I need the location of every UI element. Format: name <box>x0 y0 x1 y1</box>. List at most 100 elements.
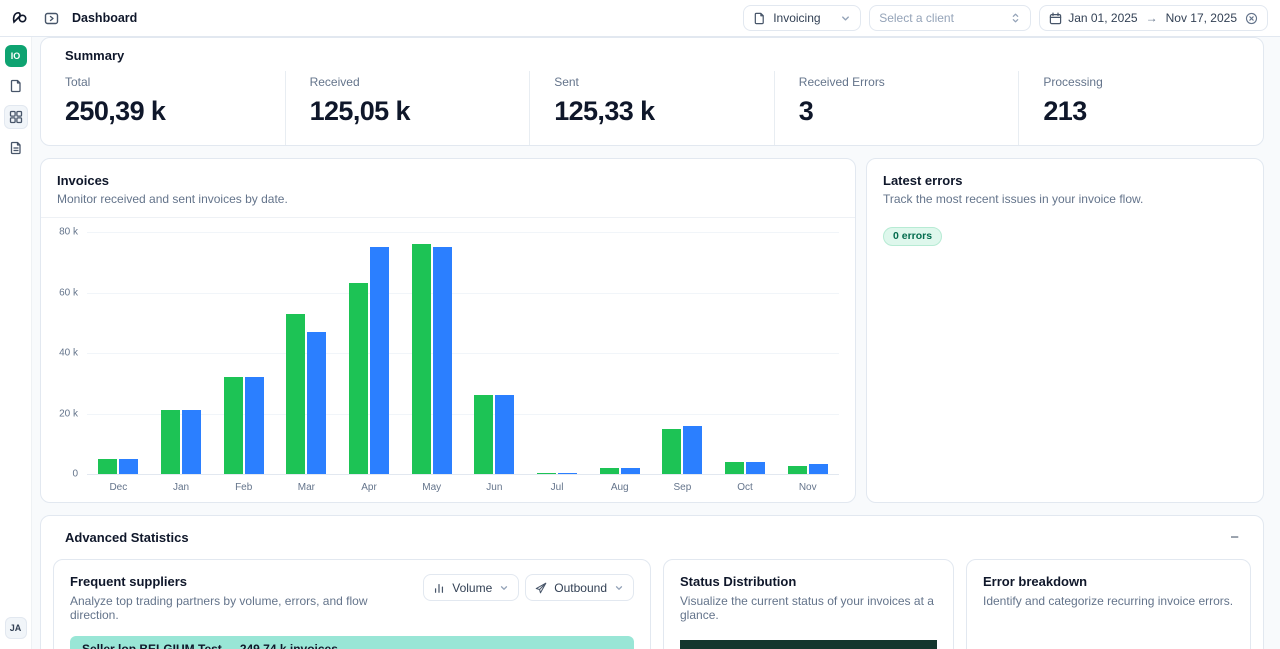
bar-group-jul <box>526 232 589 474</box>
stat-value: 3 <box>799 96 1003 127</box>
y-tick-label: 80 k <box>59 227 78 238</box>
sidebar-item-documents[interactable] <box>4 74 28 98</box>
stat-label: Total <box>65 75 269 89</box>
x-tick-label-mar: Mar <box>275 474 338 496</box>
x-tick-label-sep: Sep <box>651 474 714 496</box>
bar-sent-jan[interactable] <box>182 410 201 474</box>
supplier-invoice-count: 249,74 k invoices <box>240 642 338 649</box>
bar-received-aug[interactable] <box>600 468 619 474</box>
date-range-picker[interactable]: Jan 01, 2025 → Nov 17, 2025 <box>1039 5 1268 31</box>
x-tick-label-oct: Oct <box>714 474 777 496</box>
top-header: Dashboard Invoicing <box>0 0 1280 37</box>
top-supplier-row[interactable]: Seller lop BELGIUM Test - 249,74 k invoi… <box>70 636 634 649</box>
bar-received-apr[interactable] <box>349 283 368 474</box>
bar-sent-apr[interactable] <box>370 247 389 474</box>
bar-sent-nov[interactable] <box>809 464 828 474</box>
sidebar-item-invoices[interactable] <box>4 136 28 160</box>
bar-sent-mar[interactable] <box>307 332 326 474</box>
x-tick-label-dec: Dec <box>87 474 150 496</box>
x-tick-label-apr: Apr <box>338 474 401 496</box>
clear-date-range-icon[interactable] <box>1245 12 1258 25</box>
chevron-down-icon <box>499 583 509 593</box>
client-select[interactable]: Select a client <box>869 5 1031 31</box>
latest-errors-header: Latest errors Track the most recent issu… <box>867 159 1263 217</box>
stat-value: 125,33 k <box>554 96 758 127</box>
x-tick-label-may: May <box>400 474 463 496</box>
gridline <box>87 474 839 475</box>
status-distribution-title: Status Distribution <box>680 574 937 589</box>
stat-label: Processing <box>1043 75 1247 89</box>
client-select-placeholder: Select a client <box>879 11 954 25</box>
frequent-suppliers-card: Frequent suppliers Analyze top trading p… <box>53 559 651 649</box>
invoices-subtitle: Monitor received and sent invoices by da… <box>57 192 839 206</box>
errors-count-badge: 0 errors <box>883 227 942 246</box>
x-tick-label-nov: Nov <box>776 474 839 496</box>
bar-received-may[interactable] <box>412 244 431 474</box>
bar-sent-dec[interactable] <box>119 459 138 474</box>
bar-group-aug <box>588 232 651 474</box>
bar-received-dec[interactable] <box>98 459 117 474</box>
y-tick-label: 20 k <box>59 408 78 419</box>
y-tick-label: 60 k <box>59 287 78 298</box>
bar-sent-oct[interactable] <box>746 462 765 474</box>
outbound-send-icon <box>535 582 547 594</box>
bar-received-mar[interactable] <box>286 314 305 474</box>
bar-sent-may[interactable] <box>433 247 452 474</box>
bar-received-jan[interactable] <box>161 410 180 474</box>
date-range-start: Jan 01, 2025 <box>1068 11 1137 25</box>
summary-title: Summary <box>65 48 1263 63</box>
stat-received: Received 125,05 k <box>285 71 530 145</box>
x-tick-label-jan: Jan <box>150 474 213 496</box>
stat-processing: Processing 213 <box>1018 71 1263 145</box>
chart-plot-area <box>87 232 839 474</box>
x-tick-label-jun: Jun <box>463 474 526 496</box>
x-tick-label-jul: Jul <box>526 474 589 496</box>
status-distribution-bar[interactable] <box>680 640 937 649</box>
bar-sent-jun[interactable] <box>495 395 514 474</box>
frequent-suppliers-header: Frequent suppliers Analyze top trading p… <box>54 560 650 634</box>
workspace-avatar[interactable]: IO <box>5 45 27 67</box>
bar-received-sep[interactable] <box>662 429 681 474</box>
chevrons-up-down-icon <box>1010 12 1021 24</box>
bar-received-nov[interactable] <box>788 466 807 474</box>
app-logo-icon[interactable] <box>8 7 30 29</box>
sidebar-toggle-button[interactable] <box>40 7 62 29</box>
direction-select-value: Outbound <box>554 581 607 595</box>
service-select-value: Invoicing <box>773 11 820 25</box>
user-avatar[interactable]: JA <box>5 617 27 639</box>
stat-label: Received Errors <box>799 75 1003 89</box>
metric-select[interactable]: Volume <box>423 574 519 601</box>
volume-icon <box>433 582 445 594</box>
chart-x-axis: DecJanFebMarAprMayJunJulAugSepOctNov <box>87 474 839 496</box>
frequent-suppliers-title: Frequent suppliers <box>70 574 413 589</box>
bar-sent-jul[interactable] <box>558 473 577 474</box>
service-select[interactable]: Invoicing <box>743 5 861 31</box>
page-title: Dashboard <box>72 11 137 25</box>
bar-sent-aug[interactable] <box>621 468 640 474</box>
x-tick-label-aug: Aug <box>588 474 651 496</box>
stat-sent: Sent 125,33 k <box>529 71 774 145</box>
sidebar-item-dashboard[interactable] <box>4 105 28 129</box>
bar-group-jun <box>463 232 526 474</box>
latest-errors-title: Latest errors <box>883 173 1247 188</box>
bar-received-jun[interactable] <box>474 395 493 474</box>
latest-errors-subtitle: Track the most recent issues in your inv… <box>883 192 1247 206</box>
bar-received-jul[interactable] <box>537 473 556 474</box>
charts-row: Invoices Monitor received and sent invoi… <box>40 158 1264 503</box>
direction-select[interactable]: Outbound <box>525 574 634 601</box>
header-right: Invoicing Select a client <box>743 5 1268 31</box>
bar-sent-sep[interactable] <box>683 426 702 474</box>
bar-group-mar <box>275 232 338 474</box>
bar-received-oct[interactable] <box>725 462 744 474</box>
bar-group-may <box>400 232 463 474</box>
sidebar: IO <box>0 37 32 649</box>
chart-bars <box>87 232 839 474</box>
bar-sent-feb[interactable] <box>245 377 264 474</box>
frequent-suppliers-subtitle: Analyze top trading partners by volume, … <box>70 594 413 622</box>
bar-group-sep <box>651 232 714 474</box>
collapse-section-button[interactable]: − <box>1224 528 1245 547</box>
bar-received-feb[interactable] <box>224 377 243 474</box>
advanced-statistics-row: Frequent suppliers Analyze top trading p… <box>53 559 1251 649</box>
stat-received-errors: Received Errors 3 <box>774 71 1019 145</box>
invoices-card: Invoices Monitor received and sent invoi… <box>40 158 856 503</box>
